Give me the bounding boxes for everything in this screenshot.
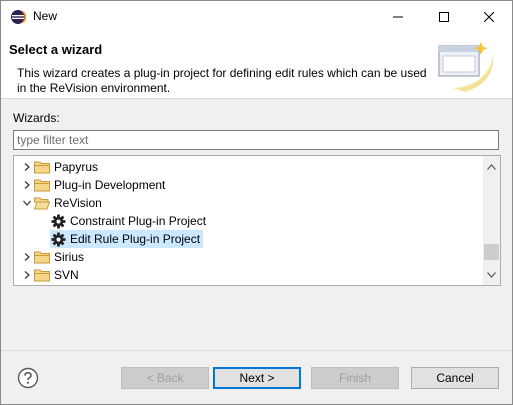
tree-item-revision[interactable]: ReVision xyxy=(20,194,102,212)
minimize-button[interactable] xyxy=(375,1,421,32)
tree-item-plug-in-development[interactable]: Plug-in Development xyxy=(20,176,165,194)
gear-icon xyxy=(50,231,66,247)
chevron-up-icon xyxy=(487,163,496,170)
tree-item-papyrus[interactable]: Papyrus xyxy=(20,158,98,176)
vertical-scrollbar[interactable] xyxy=(483,156,500,285)
chevron-right-icon[interactable] xyxy=(20,266,34,284)
tree-item-label: Papyrus xyxy=(54,160,99,174)
scroll-down-button[interactable] xyxy=(483,266,500,283)
wizards-label: Wizards: xyxy=(13,111,60,125)
maximize-button[interactable] xyxy=(421,1,467,32)
wizard-banner-icon xyxy=(438,42,494,92)
tree-item-label: ReVision xyxy=(54,196,102,210)
folder-open-icon xyxy=(34,195,50,211)
next-button[interactable]: Next > xyxy=(213,367,301,389)
cancel-button[interactable]: Cancel xyxy=(411,367,499,389)
chevron-down-icon xyxy=(487,271,496,278)
scrollbar-thumb[interactable] xyxy=(484,244,499,260)
chevron-right-icon[interactable] xyxy=(20,176,34,194)
window-title: New xyxy=(33,9,58,23)
filter-field[interactable] xyxy=(13,130,499,150)
tree-item-sirius[interactable]: Sirius xyxy=(20,248,84,266)
title-bar[interactable]: New xyxy=(1,1,512,32)
new-wizard-dialog: New Select a wizard This wizard creates … xyxy=(0,0,513,405)
tree-item-label: SVN xyxy=(54,268,79,282)
scroll-up-button[interactable] xyxy=(483,158,500,175)
minimize-icon xyxy=(393,16,403,17)
tree-item-label: Sirius xyxy=(54,250,85,264)
eclipse-icon xyxy=(11,10,26,24)
wizard-banner: Select a wizard This wizard creates a pl… xyxy=(1,32,512,99)
tree-item-label: Edit Rule Plug-in Project xyxy=(70,232,201,246)
banner-title: Select a wizard xyxy=(9,42,103,57)
folder-icon xyxy=(34,177,50,193)
close-icon xyxy=(484,11,494,22)
chevron-down-icon[interactable] xyxy=(20,194,34,212)
close-button[interactable] xyxy=(466,1,512,32)
maximize-icon xyxy=(439,11,449,22)
wizard-tree[interactable]: Papyrus Plug-in Development ReVision Con… xyxy=(13,155,501,286)
finish-button[interactable]: Finish xyxy=(311,367,399,389)
folder-icon xyxy=(34,249,50,265)
button-bar-separator xyxy=(1,350,512,351)
tree-item-edit-rule-plug-in-project[interactable]: Edit Rule Plug-in Project xyxy=(50,230,204,248)
filter-input[interactable] xyxy=(17,132,497,148)
help-icon[interactable] xyxy=(17,367,39,389)
tree-item-label: Plug-in Development xyxy=(54,178,166,192)
folder-icon xyxy=(34,267,50,283)
back-button[interactable]: < Back xyxy=(121,367,209,389)
tree-item-constraint-plug-in-project[interactable]: Constraint Plug-in Project xyxy=(50,212,206,230)
chevron-right-icon[interactable] xyxy=(20,158,34,176)
folder-icon xyxy=(34,159,50,175)
gear-icon xyxy=(50,213,66,229)
chevron-right-icon[interactable] xyxy=(20,248,34,266)
banner-description: This wizard creates a plug-in project fo… xyxy=(17,66,427,95)
tree-item-svn[interactable]: SVN xyxy=(20,266,79,284)
tree-item-label: Constraint Plug-in Project xyxy=(70,214,207,228)
